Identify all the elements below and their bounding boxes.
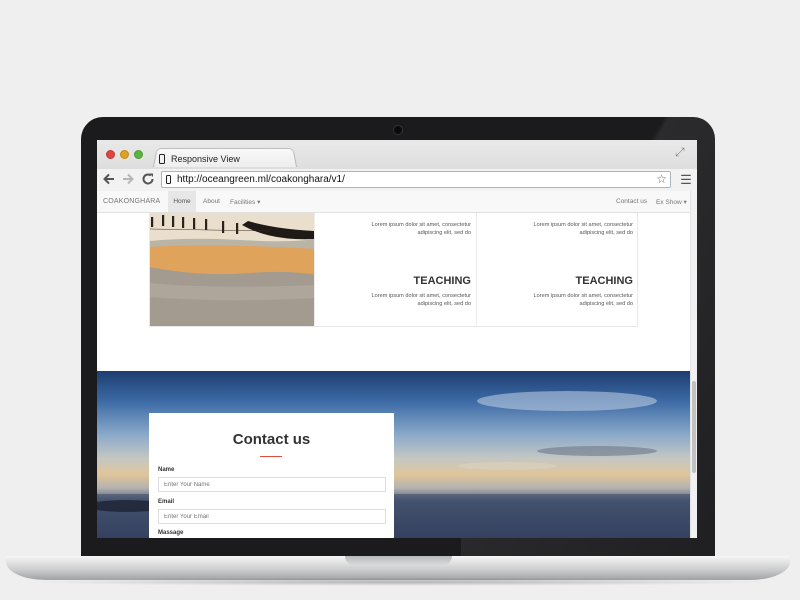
nav-facilities-dropdown[interactable]: Facilities ▾ (230, 198, 260, 206)
laptop-notch (345, 556, 452, 565)
phone-icon (166, 175, 171, 184)
arrow-right-icon (123, 173, 134, 185)
phone-icon (159, 154, 165, 164)
address-bar[interactable]: http://oceangreen.ml/coakonghara/v1/ ☆ (161, 171, 671, 188)
message-label: Massage (158, 530, 184, 536)
email-label: Email (158, 499, 175, 505)
feature-title: TEACHING (575, 275, 633, 287)
tab-label-group: Responsive View (159, 151, 240, 167)
laptop-shadow (20, 578, 780, 586)
browser-toolbar: http://oceangreen.ml/coakonghara/v1/ ☆ ☰ (97, 169, 697, 191)
beach-fishermen-image (150, 213, 314, 326)
reload-button[interactable] (140, 172, 156, 188)
expand-icon[interactable]: ⤢ (675, 146, 687, 158)
url-text: http://oceangreen.ml/coakonghara/v1/ (177, 174, 345, 185)
feature-description: Lorem ipsum dolor sit amet, consectetur … (533, 222, 634, 236)
site-brand[interactable]: COAKONGHARA (103, 198, 160, 205)
star-icon[interactable]: ☆ (656, 172, 667, 187)
contact-title: Contact us (232, 431, 311, 448)
nav-exshow-dropdown[interactable]: Ex Show ▾ (656, 198, 687, 206)
minimize-window-button[interactable] (120, 150, 129, 159)
laptop-screen: Responsive View ⤢ http://oceangreen.ml/c… (97, 140, 697, 538)
arrow-left-icon (103, 173, 114, 185)
back-button[interactable] (101, 172, 117, 188)
hero-sky-background: Contact us Name Email Massage (97, 371, 690, 538)
feature-description: Lorem ipsum dolor sit amet, consectetur … (371, 293, 472, 307)
scrollbar-thumb[interactable] (692, 381, 696, 473)
name-label: Name (158, 467, 175, 473)
laptop-camera (394, 126, 402, 134)
contact-form-card: Contact us Name Email Massage (149, 413, 394, 538)
nav-about[interactable]: About (203, 198, 220, 205)
forward-button[interactable] (120, 172, 136, 188)
hamburger-menu-icon[interactable]: ☰ (680, 172, 692, 188)
feature-card: Lorem ipsum dolor sit amet, consectetur … (314, 213, 476, 326)
nav-home[interactable]: Home (168, 191, 196, 212)
feature-card: Lorem ipsum dolor sit amet, consectetur … (476, 213, 638, 326)
email-input[interactable] (158, 509, 386, 524)
page-scrollbar[interactable] (690, 191, 697, 538)
feature-description: Lorem ipsum dolor sit amet, consectetur … (371, 222, 472, 236)
name-input[interactable] (158, 477, 386, 492)
feature-description: Lorem ipsum dolor sit amet, consectetur … (533, 293, 634, 307)
nav-contact[interactable]: Contact us (616, 198, 647, 205)
title-divider (260, 456, 282, 457)
beach-illustration (150, 213, 314, 326)
tab-title: Responsive View (171, 154, 240, 164)
maximize-window-button[interactable] (134, 150, 143, 159)
reload-icon (142, 173, 154, 185)
close-window-button[interactable] (106, 150, 115, 159)
site-navbar: COAKONGHARA Home About Facilities ▾ Cont… (97, 191, 690, 213)
feature-row: Lorem ipsum dolor sit amet, consectetur … (149, 213, 638, 327)
feature-title: TEACHING (413, 275, 471, 287)
browser-chrome: Responsive View ⤢ http://oceangreen.ml/c… (97, 140, 697, 191)
